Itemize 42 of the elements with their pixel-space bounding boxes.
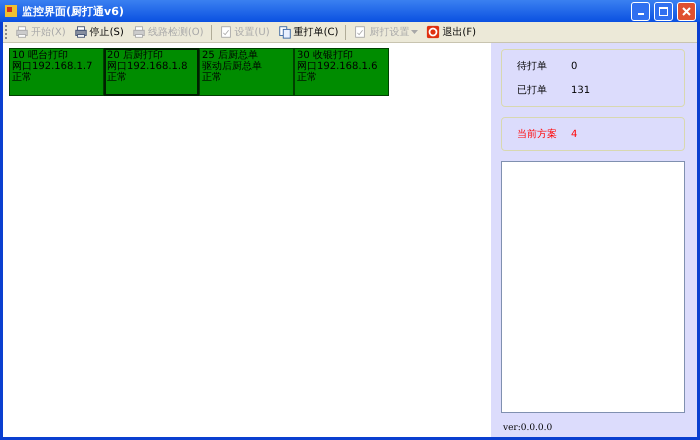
plan-value: 4 bbox=[571, 128, 578, 140]
documents-icon bbox=[278, 25, 292, 39]
minimize-icon bbox=[638, 13, 644, 15]
printer-status: 正常 bbox=[297, 72, 318, 83]
stat-label: 已打单 bbox=[517, 84, 548, 97]
printer-name: 20 后厨打印 bbox=[107, 50, 164, 61]
printer-status: 正常 bbox=[107, 72, 128, 83]
printer-address: 驱动后厨总单 bbox=[202, 61, 263, 72]
caret-icon bbox=[411, 30, 418, 34]
maximize-icon bbox=[659, 6, 668, 16]
printer-status: 正常 bbox=[12, 72, 33, 83]
stat-label: 待打单 bbox=[517, 60, 548, 73]
printer-name: 10 吧台打印 bbox=[12, 50, 69, 61]
toolbar-button[interactable]: 退出(F) bbox=[423, 23, 479, 41]
plan-label: 当前方案 bbox=[517, 128, 558, 141]
printer-tile[interactable]: 25 后厨总单 驱动后厨总单 正常 bbox=[199, 48, 294, 96]
close-button[interactable] bbox=[677, 2, 696, 20]
power-icon bbox=[426, 25, 440, 39]
window-title: 监控界面(厨打通v6) bbox=[22, 4, 124, 18]
printer-address: 网口192.168.1.8 bbox=[107, 61, 188, 72]
printer-tile[interactable]: 30 收银打印 网口192.168.1.6 正常 bbox=[294, 48, 389, 96]
stat-value: 131 bbox=[571, 84, 590, 96]
maximize-button[interactable] bbox=[654, 2, 673, 20]
printer-name: 30 收银打印 bbox=[297, 50, 354, 61]
app-icon bbox=[4, 4, 18, 18]
stat-value: 0 bbox=[571, 60, 578, 72]
minimize-button[interactable] bbox=[631, 2, 650, 20]
printer-name: 25 后厨总单 bbox=[202, 50, 258, 61]
toolbar-button[interactable]: 重打单(C) bbox=[274, 23, 342, 41]
printer-icon bbox=[74, 25, 88, 39]
printer-tile[interactable]: 10 吧台打印 网口192.168.1.7 正常 bbox=[9, 48, 104, 96]
printer-icon bbox=[15, 25, 29, 39]
printer-address: 网口192.168.1.7 bbox=[12, 61, 94, 72]
toolbar-button[interactable]: 停止(S) bbox=[70, 23, 127, 41]
printer-tile[interactable]: 20 后厨打印 网口192.168.1.8 正常 bbox=[104, 48, 199, 96]
printer-address: 网口192.168.1.6 bbox=[297, 61, 378, 72]
printer-icon bbox=[132, 25, 146, 39]
close-icon bbox=[682, 6, 691, 16]
version-label: ver:0.0.0.0 bbox=[502, 423, 554, 433]
document-icon bbox=[353, 25, 368, 39]
printer-status: 正常 bbox=[202, 72, 223, 83]
document-icon bbox=[218, 25, 232, 39]
